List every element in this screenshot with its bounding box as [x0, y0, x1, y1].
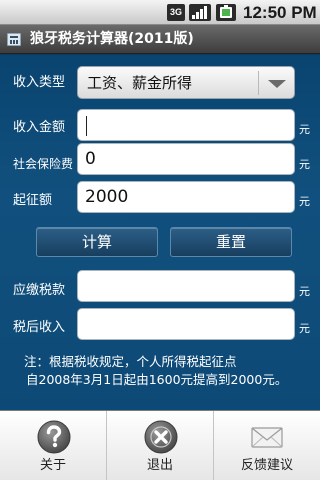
app-title: 狼牙税务计算器(2011版)	[30, 31, 194, 47]
menu-item-exit[interactable]: 退出	[107, 411, 214, 480]
threshold-label: 起征额	[13, 193, 53, 208]
income-amount-input[interactable]	[77, 109, 295, 141]
status-time: 12:50 PM	[243, 3, 317, 22]
income-type-select[interactable]: 工资、薪金所得	[77, 66, 295, 99]
income-amount-unit: 元	[299, 123, 310, 136]
battery-icon	[216, 4, 236, 21]
close-icon	[144, 420, 178, 454]
tax-payable-unit: 元	[299, 285, 310, 298]
menu-label-about: 关于	[39, 458, 66, 473]
tax-payable-label: 应缴税款	[13, 283, 66, 298]
calculator-form: 收入类型 工资、薪金所得 收入金额 元 社会保险费 0 元 起征额 2000 元…	[0, 55, 320, 410]
note-line-1: 注：根据税收规定，个人所得税起征点	[24, 354, 237, 369]
calculator-app-icon	[7, 33, 21, 46]
after-tax-income-unit: 元	[299, 322, 310, 335]
social-insurance-input[interactable]: 0	[77, 143, 295, 175]
calculate-button[interactable]: 计算	[36, 227, 158, 257]
income-amount-label: 收入金额	[13, 120, 66, 135]
signal-icon	[189, 4, 211, 21]
question-icon	[37, 420, 71, 454]
social-insurance-label: 社会保险费	[13, 157, 74, 171]
envelope-icon	[251, 427, 283, 448]
social-insurance-unit: 元	[299, 158, 310, 171]
menu-item-feedback[interactable]: 反馈建议	[214, 411, 320, 480]
threshold-unit: 元	[299, 195, 310, 208]
income-type-value: 工资、薪金所得	[87, 74, 193, 92]
chevron-down-icon	[268, 80, 286, 88]
tax-payable-output[interactable]	[77, 270, 295, 302]
menu-item-about[interactable]: 关于	[0, 411, 107, 480]
status-bar: 3G 12:50 PM	[0, 0, 320, 25]
after-tax-income-label: 税后收入	[13, 320, 66, 335]
title-bar: 狼牙税务计算器(2011版)	[0, 25, 320, 54]
note-line-2: 自2008年3月1日起由1600元提高到2000元。	[26, 372, 288, 387]
3g-icon: 3G	[167, 4, 185, 21]
menu-label-exit: 退出	[146, 458, 173, 473]
after-tax-income-output[interactable]	[77, 308, 295, 340]
options-menu: 关于 退出 反馈建议	[0, 410, 320, 480]
threshold-input[interactable]: 2000	[77, 181, 295, 213]
reset-button[interactable]: 重置	[170, 227, 292, 257]
menu-label-feedback: 反馈建议	[240, 458, 293, 473]
income-type-label: 收入类型	[13, 75, 66, 90]
